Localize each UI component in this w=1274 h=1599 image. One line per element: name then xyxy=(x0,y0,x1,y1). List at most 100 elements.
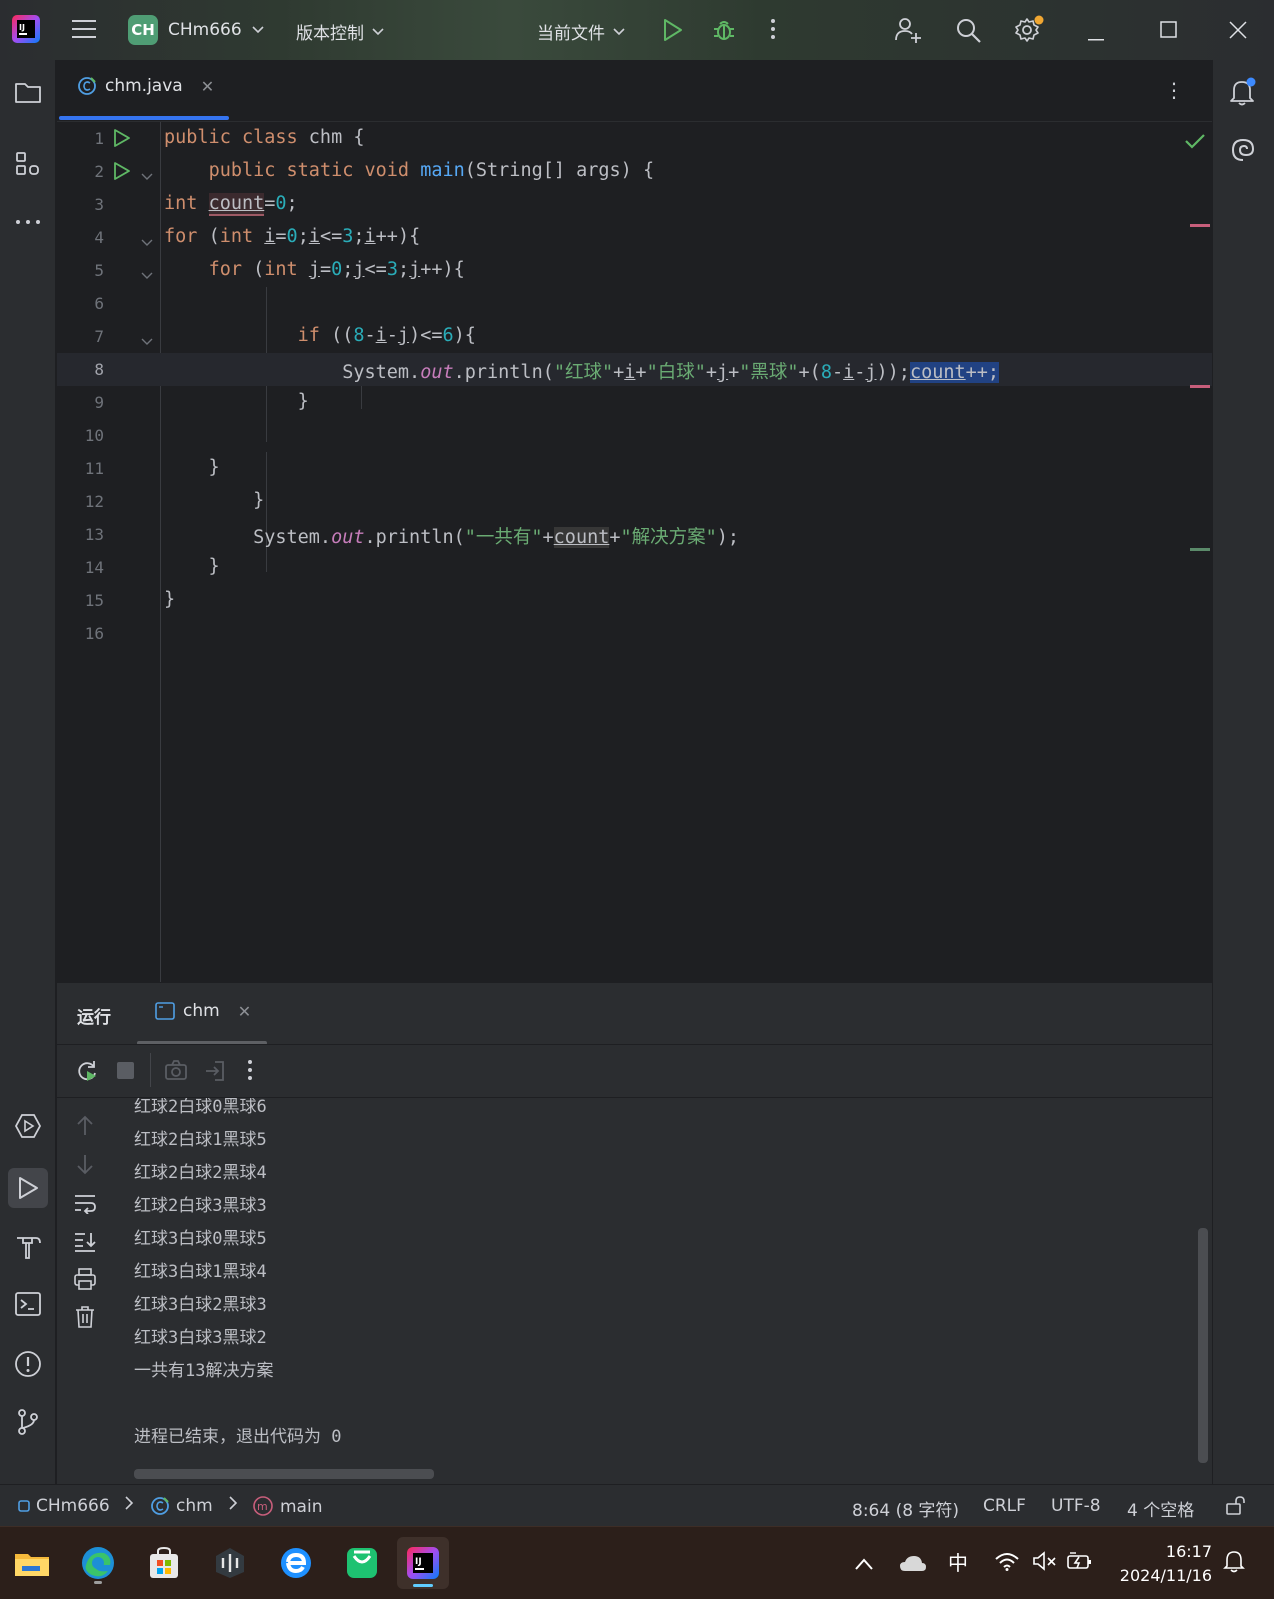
problems-icon[interactable] xyxy=(12,1348,44,1380)
more-actions-icon[interactable] xyxy=(770,18,776,44)
microsoft-store-icon[interactable] xyxy=(141,1540,187,1586)
system-clock[interactable]: 16:17 2024/11/16 xyxy=(1112,1540,1212,1588)
horizontal-scrollbar[interactable] xyxy=(134,1469,434,1479)
code-text: System.out.println("红球"+i+"白球"+j+"黑球"+(8… xyxy=(164,362,1000,383)
volume-muted-icon[interactable] xyxy=(1032,1551,1058,1576)
main-menu-icon[interactable] xyxy=(72,18,98,44)
vcs-selector[interactable]: 版本控制 xyxy=(296,19,384,44)
git-branch-icon[interactable] xyxy=(12,1406,44,1438)
breadcrumb-separator-icon xyxy=(124,1495,134,1511)
console-line: 一共有13解决方案 xyxy=(134,1361,274,1381)
code-text: } xyxy=(164,391,309,412)
lock-icon[interactable] xyxy=(1225,1495,1247,1515)
console-line: 红球3白球0黑球5 xyxy=(134,1229,267,1249)
close-tab-icon[interactable]: ✕ xyxy=(201,77,214,96)
intellij-logo-icon[interactable]: IJ xyxy=(12,15,40,43)
code-text: public class chm { xyxy=(164,127,365,148)
scroll-down-icon[interactable] xyxy=(73,1152,97,1180)
build-hammer-icon[interactable] xyxy=(12,1230,44,1262)
ie-browser-icon[interactable] xyxy=(273,1540,319,1586)
fold-chevron-icon[interactable] xyxy=(141,232,153,251)
line-number: 4 xyxy=(94,228,104,247)
code-text: int count=0; xyxy=(164,193,298,216)
search-icon[interactable] xyxy=(955,17,983,49)
onedrive-cloud-icon[interactable] xyxy=(899,1553,927,1577)
code-line: 12 } xyxy=(57,485,1187,518)
line-number: 5 xyxy=(94,261,104,280)
minimize-button[interactable] xyxy=(1088,28,1106,47)
notification-bell-icon[interactable] xyxy=(1223,1549,1245,1578)
maximize-button[interactable] xyxy=(1160,21,1178,43)
soft-wrap-icon[interactable] xyxy=(73,1192,97,1218)
inspection-ok-icon[interactable] xyxy=(1184,132,1206,154)
project-folder-icon[interactable] xyxy=(12,76,44,108)
run-button[interactable] xyxy=(662,18,684,46)
terminal-icon[interactable] xyxy=(12,1288,44,1320)
breadcrumb-project-label: CHm666 xyxy=(36,1496,110,1516)
run-tool-icon[interactable] xyxy=(8,1168,48,1208)
indent-setting[interactable]: 4 个空格 xyxy=(1127,1496,1194,1521)
fold-chevron-icon[interactable] xyxy=(141,331,153,350)
run-config-selector[interactable]: 当前文件 xyxy=(537,19,625,44)
notifications-bell-icon[interactable] xyxy=(1227,76,1259,108)
vcs-label: 版本控制 xyxy=(296,24,364,44)
shopping-app-icon[interactable] xyxy=(339,1540,385,1586)
vertical-scrollbar[interactable] xyxy=(1198,1228,1208,1463)
svg-text:m: m xyxy=(257,1500,268,1513)
breadcrumb-class[interactable]: chm xyxy=(150,1496,213,1516)
debug-button[interactable] xyxy=(712,17,736,47)
ime-indicator[interactable]: 中 xyxy=(948,1547,968,1576)
settings-gear-icon[interactable] xyxy=(1013,15,1045,49)
fold-chevron-icon[interactable] xyxy=(141,166,153,185)
code-line: 10 xyxy=(57,419,1187,452)
edge-browser-icon[interactable] xyxy=(75,1540,121,1586)
tab-options-icon[interactable]: ⋮ xyxy=(1164,78,1184,102)
run-panel-title: 运行 xyxy=(77,1008,111,1028)
show-hidden-icons-chevron-icon[interactable] xyxy=(854,1552,874,1576)
print-icon[interactable] xyxy=(73,1268,97,1294)
breadcrumb-method[interactable]: m main xyxy=(252,1496,322,1518)
rerun-icon[interactable] xyxy=(75,1059,99,1087)
services-icon[interactable] xyxy=(12,1110,44,1142)
run-gutter-icon[interactable] xyxy=(113,128,131,152)
file-encoding[interactable]: UTF-8 xyxy=(1051,1496,1101,1516)
run-tab-chm[interactable]: chm ✕ xyxy=(155,1001,251,1021)
code-text: public static void main(String[] args) { xyxy=(208,160,655,181)
more-tools-icon[interactable] xyxy=(12,206,44,238)
close-window-button[interactable] xyxy=(1228,20,1248,44)
tab-chm-java[interactable]: chm.java ✕ xyxy=(77,76,214,96)
ai-assistant-icon[interactable] xyxy=(1227,134,1259,166)
code-line: 3 int count=0; xyxy=(57,188,1187,221)
more-run-actions-icon[interactable] xyxy=(247,1059,253,1085)
warning-marker[interactable] xyxy=(1190,224,1210,227)
file-explorer-icon[interactable] xyxy=(9,1540,55,1586)
stop-icon[interactable] xyxy=(117,1062,135,1084)
caret-position[interactable]: 8:64 (8 字符) xyxy=(852,1496,959,1521)
change-marker[interactable] xyxy=(1190,548,1210,551)
battery-charging-icon[interactable] xyxy=(1066,1551,1094,1576)
close-run-tab-icon[interactable]: ✕ xyxy=(238,1002,251,1021)
scroll-to-end-icon[interactable] xyxy=(73,1230,97,1256)
fold-chevron-icon[interactable] xyxy=(141,265,153,284)
breadcrumb-project[interactable]: CHm666 xyxy=(18,1496,110,1516)
svg-text:IJ: IJ xyxy=(415,1557,422,1567)
project-selector[interactable]: CH CHm666 xyxy=(128,15,264,45)
run-gutter-icon[interactable] xyxy=(113,161,131,185)
line-number: 8 xyxy=(94,360,104,379)
clock-time: 16:17 xyxy=(1165,1542,1212,1561)
line-number: 3 xyxy=(94,195,104,214)
unity-hub-icon[interactable] xyxy=(207,1540,253,1586)
intellij-taskbar-icon[interactable]: IJ xyxy=(397,1537,449,1589)
wifi-icon[interactable] xyxy=(994,1551,1020,1576)
camera-icon[interactable] xyxy=(164,1059,188,1085)
breadcrumb-class-label: chm xyxy=(176,1496,213,1516)
structure-icon[interactable] xyxy=(12,148,44,180)
code-editor[interactable]: 1 public class chm { 2 public static voi… xyxy=(57,122,1212,982)
add-user-icon[interactable] xyxy=(894,16,922,48)
trash-icon[interactable] xyxy=(73,1305,97,1333)
warning-marker[interactable] xyxy=(1190,385,1210,388)
console-output[interactable]: 红球2白球0黑球6 红球2白球1黑球5 红球2白球2黑球4 红球2白球3黑球3 … xyxy=(117,1098,1212,1484)
line-separator[interactable]: CRLF xyxy=(983,1496,1026,1516)
scroll-up-icon[interactable] xyxy=(73,1114,97,1142)
login-exit-icon[interactable] xyxy=(203,1059,227,1087)
